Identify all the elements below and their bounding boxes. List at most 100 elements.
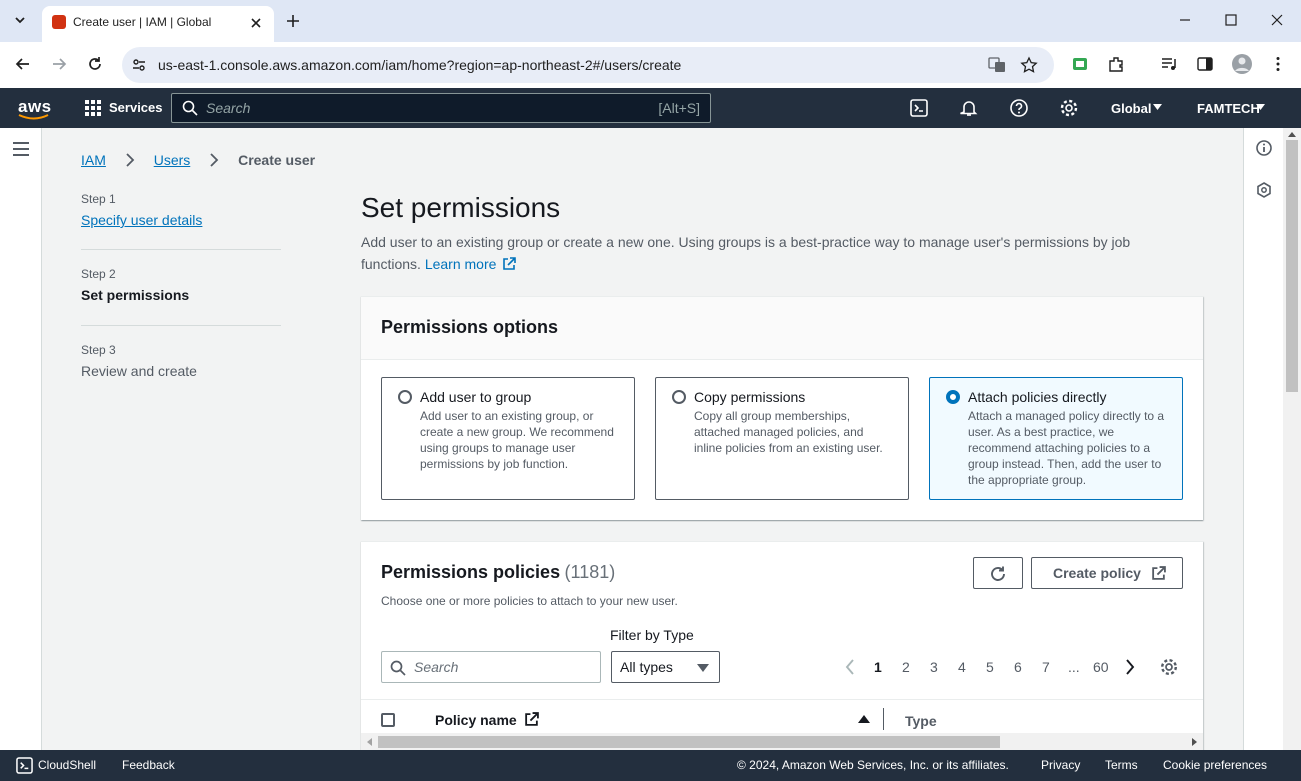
address-bar[interactable]: us-east-1.console.aws.amazon.com/iam/hom… <box>122 47 1054 83</box>
select-all-checkbox[interactable] <box>381 713 395 727</box>
account-menu[interactable]: FAMTECH <box>1197 101 1260 116</box>
scroll-right-arrow-icon[interactable] <box>1192 738 1198 746</box>
breadcrumb-create-user: Create user <box>238 152 316 168</box>
prev-page-icon[interactable] <box>845 659 855 675</box>
browser-menu-icon[interactable] <box>1269 55 1287 73</box>
page-7[interactable]: 7 <box>1042 659 1050 675</box>
aws-search-input[interactable]: Search [Alt+S] <box>171 93 711 123</box>
scrollbar-thumb[interactable] <box>1286 140 1298 392</box>
sort-ascending-icon[interactable] <box>858 714 870 724</box>
cookie-preferences-link[interactable]: Cookie preferences <box>1163 758 1267 772</box>
hamburger-menu-icon[interactable] <box>12 141 30 157</box>
bookmark-star-icon[interactable] <box>1020 56 1038 74</box>
page-5[interactable]: 5 <box>986 659 994 675</box>
page-title: Set permissions <box>361 192 561 223</box>
tab-search-icon[interactable] <box>10 10 30 30</box>
radio-attach-policies-directly[interactable] <box>946 390 960 404</box>
maximize-icon[interactable] <box>1223 12 1239 28</box>
option-description: Copy all group memberships, attached man… <box>694 409 883 455</box>
tab-title: Create user | IAM | Global <box>73 15 212 29</box>
type-filter-select[interactable]: All types <box>611 651 720 683</box>
scroll-up-arrow-icon[interactable] <box>1288 131 1296 137</box>
column-policy-name[interactable]: Policy name <box>435 712 539 730</box>
create-policy-label: Create policy <box>1053 565 1141 581</box>
side-panel-icon[interactable] <box>1196 55 1214 73</box>
column-policy-name-label: Policy name <box>435 712 517 728</box>
option-copy-permissions[interactable]: Copy permissions Copy all group membersh… <box>655 377 909 500</box>
next-page-icon[interactable] <box>1125 659 1135 675</box>
cloudshell-icon[interactable] <box>910 99 928 117</box>
learn-more-link[interactable]: Learn more <box>425 256 497 272</box>
browser-nav-bar: us-east-1.console.aws.amazon.com/iam/hom… <box>0 42 1301 88</box>
step-1-link[interactable]: Specify user details <box>81 212 281 228</box>
region-selector[interactable]: Global <box>1111 101 1151 116</box>
breadcrumb-iam[interactable]: IAM <box>81 152 106 168</box>
permissions-options-panel: Permissions options Add user to group Ad… <box>361 296 1203 520</box>
radio-copy-permissions[interactable] <box>672 390 686 404</box>
minimize-icon[interactable] <box>1177 12 1193 28</box>
feedback-hexagon-icon[interactable] <box>1256 182 1272 198</box>
option-title: Add user to group <box>420 389 532 405</box>
page-60[interactable]: 60 <box>1093 659 1109 675</box>
page-6[interactable]: 6 <box>1014 659 1022 675</box>
cloudshell-link[interactable]: CloudShell <box>38 758 96 772</box>
policies-heading: Permissions policies (1181) <box>381 562 615 583</box>
option-description: Attach a managed policy directly to a us… <box>968 409 1165 487</box>
radio-add-user-to-group[interactable] <box>398 390 412 404</box>
settings-gear-icon[interactable] <box>1060 99 1078 117</box>
scroll-left-arrow-icon[interactable] <box>366 738 372 746</box>
search-placeholder: Search <box>414 659 459 675</box>
breadcrumb: IAM Users Create user <box>81 152 315 170</box>
translate-icon[interactable] <box>988 56 1006 74</box>
cloudshell-footer-icon[interactable] <box>16 757 33 774</box>
page-description: Add user to an existing group or create … <box>361 231 1191 275</box>
external-link-icon <box>525 712 539 726</box>
info-icon[interactable] <box>1256 140 1272 156</box>
option-attach-policies-directly[interactable]: Attach policies directly Attach a manage… <box>929 377 1183 500</box>
reload-icon[interactable] <box>86 55 104 73</box>
page-2[interactable]: 2 <box>902 659 910 675</box>
h-scrollbar-thumb[interactable] <box>378 736 1000 748</box>
pagination: 1 2 3 4 5 6 7 ... 60 <box>841 651 1191 683</box>
services-menu[interactable]: Services <box>109 100 163 115</box>
services-grid-icon[interactable] <box>84 99 102 117</box>
forward-icon[interactable] <box>50 55 68 73</box>
new-tab-icon[interactable] <box>284 12 302 30</box>
back-icon[interactable] <box>14 55 32 73</box>
site-info-icon[interactable] <box>131 57 147 73</box>
help-icon[interactable] <box>1010 99 1028 117</box>
feedback-link[interactable]: Feedback <box>122 758 175 772</box>
permissions-options-title: Permissions options <box>381 317 559 337</box>
aws-logo[interactable]: aws <box>18 97 52 121</box>
column-resizer[interactable] <box>883 708 884 730</box>
breadcrumb-users[interactable]: Users <box>154 152 191 168</box>
media-control-icon[interactable] <box>1160 55 1178 73</box>
privacy-link[interactable]: Privacy <box>1041 758 1080 772</box>
option-title: Attach policies directly <box>968 389 1107 405</box>
vertical-scrollbar[interactable] <box>1283 128 1301 750</box>
page-3[interactable]: 3 <box>930 659 938 675</box>
copyright-text: © 2024, Amazon Web Services, Inc. or its… <box>737 758 1009 772</box>
column-type-label[interactable]: Type <box>905 713 937 729</box>
option-add-user-to-group[interactable]: Add user to group Add user to an existin… <box>381 377 635 500</box>
browser-tab[interactable]: Create user | IAM | Global <box>42 6 274 42</box>
notifications-bell-icon[interactable] <box>960 99 978 117</box>
extension-green-icon[interactable] <box>1071 55 1089 73</box>
policy-search-input[interactable]: Search <box>381 651 601 683</box>
close-window-icon[interactable] <box>1269 12 1285 28</box>
external-link-icon <box>503 257 517 270</box>
horizontal-scrollbar[interactable] <box>361 733 1203 750</box>
page-1[interactable]: 1 <box>874 659 882 675</box>
refresh-button[interactable] <box>973 557 1023 589</box>
create-policy-button[interactable]: Create policy <box>1031 557 1183 589</box>
page-4[interactable]: 4 <box>958 659 966 675</box>
step-3-number: Step 3 <box>81 343 116 357</box>
step-2: Step 2 Set permissions <box>81 250 281 325</box>
close-tab-icon[interactable] <box>249 16 263 30</box>
step-1: Step 1 Specify user details <box>81 192 281 249</box>
terms-link[interactable]: Terms <box>1105 758 1138 772</box>
profile-avatar-icon[interactable] <box>1231 53 1253 75</box>
table-preferences-gear-icon[interactable] <box>1160 658 1178 676</box>
extensions-icon[interactable] <box>1107 55 1125 73</box>
breadcrumb-chevron-icon <box>126 153 135 167</box>
